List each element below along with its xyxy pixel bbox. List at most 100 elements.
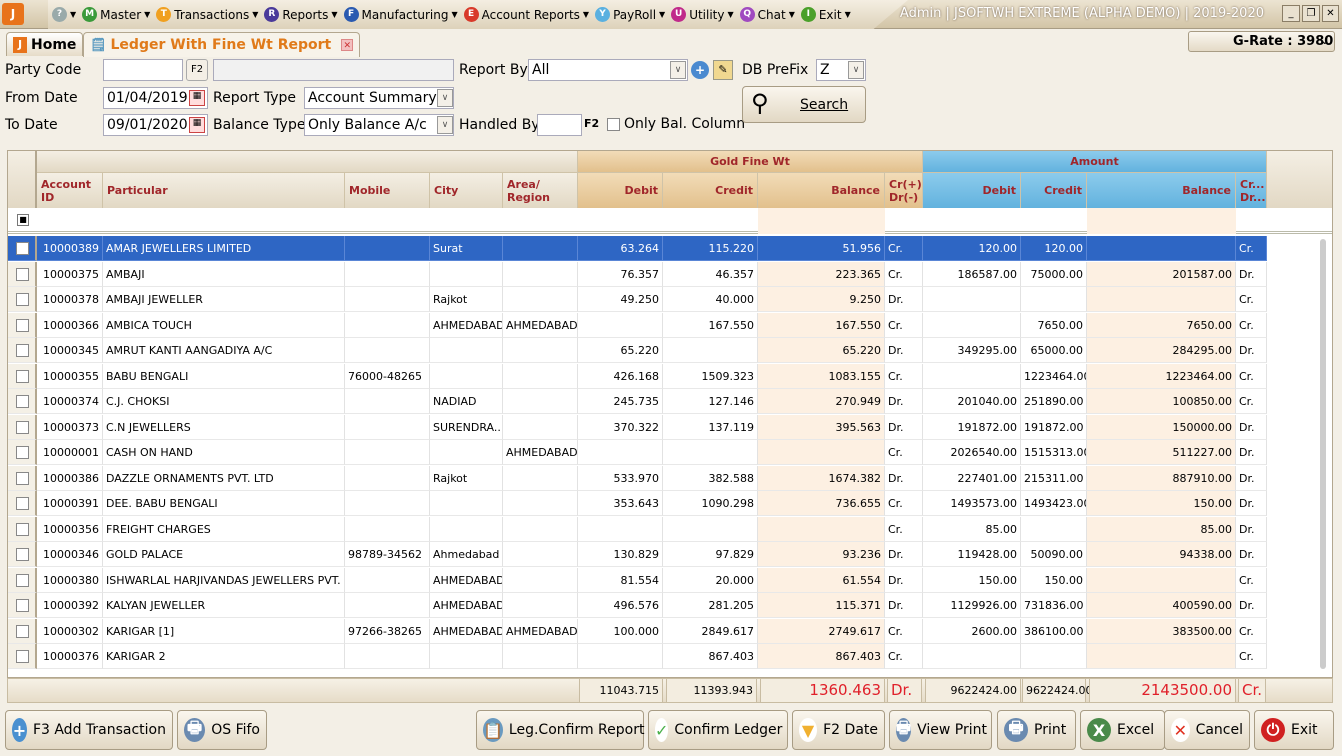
report-type-select[interactable]: Account Summary: [304, 87, 454, 109]
row-selector[interactable]: [8, 338, 37, 363]
table-row[interactable]: 10000375 AMBAJI 76.357 46.357 223.365 Cr. 1865…: [8, 261, 1268, 287]
restore-button[interactable]: ❐: [1302, 5, 1320, 22]
row-selector[interactable]: [8, 618, 37, 644]
chevron-down-icon[interactable]: ∨: [437, 116, 453, 134]
cancel-button[interactable]: ✕ Cancel: [1164, 710, 1250, 750]
row-checkbox[interactable]: [16, 242, 29, 255]
menu-chat[interactable]: Q Chat ▼: [739, 7, 795, 22]
row-selector[interactable]: [8, 567, 37, 593]
view-print-button[interactable]: 🖶 View Print: [889, 710, 992, 750]
column-header[interactable]: Debit: [578, 172, 663, 208]
row-checkbox[interactable]: [16, 344, 29, 357]
row-checkbox[interactable]: [16, 548, 29, 561]
close-tab-icon[interactable]: ✕: [341, 39, 354, 51]
party-code-input[interactable]: [103, 59, 183, 81]
row-selector[interactable]: [8, 516, 37, 542]
report-by-select[interactable]: All: [528, 59, 688, 81]
calendar-icon[interactable]: ▦: [189, 90, 205, 106]
column-header[interactable]: Credit: [663, 172, 758, 208]
row-selector[interactable]: [8, 593, 37, 618]
menu-master[interactable]: M Master ▼: [82, 7, 150, 22]
vertical-scrollbar[interactable]: [1320, 239, 1326, 669]
os-fifo-button[interactable]: 🖶 OS Fifo: [177, 710, 267, 750]
row-checkbox[interactable]: [16, 497, 29, 510]
table-row[interactable]: 10000374 C.J. CHOKSI NADIAD 245.735 127.146 2…: [8, 389, 1268, 414]
search-button[interactable]: ⚲ Search: [742, 86, 866, 123]
menu-payroll[interactable]: Y PayRoll ▼: [595, 7, 665, 22]
table-row[interactable]: 10000380 ISHWARLAL HARJIVANDAS JEWELLERS …: [8, 567, 1268, 593]
table-row[interactable]: 10000346 GOLD PALACE 98789-34562 Ahmedabad 1…: [8, 542, 1268, 567]
row-checkbox[interactable]: [16, 573, 29, 587]
menu-exit[interactable]: I Exit ▼: [800, 7, 851, 22]
row-selector[interactable]: [8, 542, 37, 567]
excel-button[interactable]: X Excel: [1080, 710, 1165, 750]
column-header[interactable]: Cr... Dr...: [1236, 172, 1267, 208]
row-checkbox[interactable]: [16, 267, 29, 281]
row-selector[interactable]: [8, 465, 37, 491]
menu-help[interactable]: ? ▼: [52, 7, 76, 22]
column-header[interactable]: Balance: [758, 172, 885, 208]
row-checkbox[interactable]: [16, 369, 29, 383]
minimize-button[interactable]: _: [1282, 5, 1300, 22]
close-button[interactable]: ✕: [1322, 5, 1339, 22]
row-selector[interactable]: [8, 491, 37, 516]
row-checkbox[interactable]: [16, 522, 29, 536]
add-icon[interactable]: +: [691, 61, 709, 79]
table-row[interactable]: 10000345 AMRUT KANTI AANGADIYA A/C 65.220 6…: [8, 338, 1268, 363]
row-selector[interactable]: [8, 312, 37, 338]
column-header[interactable]: Balance: [1087, 172, 1236, 208]
only-bal-checkbox[interactable]: [607, 118, 620, 131]
select-all-checkbox[interactable]: ■: [17, 214, 29, 226]
confirm-ledger-button[interactable]: ✓ Confirm Ledger: [648, 710, 788, 750]
row-selector[interactable]: [8, 644, 37, 669]
column-header[interactable]: Area/ Region: [503, 172, 578, 208]
table-row[interactable]: 10000355 BABU BENGALI 76000-48265 426.168 15…: [8, 363, 1268, 389]
print-button[interactable]: 🖶 Print: [997, 710, 1076, 750]
table-row[interactable]: 10000373 C.N JEWELLERS SURENDRA... 370.322 1…: [8, 414, 1268, 440]
row-checkbox[interactable]: [16, 293, 29, 306]
table-row[interactable]: 10000392 KALYAN JEWELLER AHMEDABAD 496.576 2…: [8, 593, 1268, 618]
chevron-down-icon[interactable]: ∨: [437, 89, 453, 107]
tab-home[interactable]: J Home: [6, 32, 84, 56]
table-row[interactable]: 10000302 KARIGAR [1] 97266-38265 AHMEDABAD A…: [8, 618, 1268, 644]
chevron-down-icon[interactable]: ∨: [670, 61, 686, 79]
menu-manufacturing[interactable]: F Manufacturing ▼: [343, 7, 458, 22]
table-row[interactable]: 10000386 DAZZLE ORNAMENTS PVT. LTD Rajkot 5…: [8, 465, 1268, 491]
calendar-icon[interactable]: ▦: [189, 117, 205, 133]
table-row[interactable]: 10000376 KARIGAR 2 867.403 867.403 Cr. Cr.: [8, 644, 1268, 669]
party-f2-button[interactable]: F2: [186, 59, 208, 81]
leg-confirm-report-button[interactable]: 📋 Leg.Confirm Report: [476, 710, 644, 750]
chevron-down-icon[interactable]: ∨: [848, 61, 864, 79]
column-header[interactable]: Credit: [1021, 172, 1087, 208]
column-header[interactable]: Mobile: [345, 172, 430, 208]
row-selector[interactable]: [8, 414, 37, 440]
f2-date-button[interactable]: ▼ F2 Date: [792, 710, 885, 750]
row-checkbox[interactable]: [16, 446, 29, 459]
column-header[interactable]: Account ID: [37, 172, 103, 208]
row-checkbox[interactable]: [16, 318, 29, 332]
table-row[interactable]: 10000391 DEE. BABU BENGALI 353.643 1090.298…: [8, 491, 1268, 516]
row-selector[interactable]: [8, 236, 37, 261]
column-header[interactable]: Particular: [103, 172, 345, 208]
handled-by-f2-button[interactable]: F2: [584, 117, 599, 130]
menu-transactions[interactable]: T Transactions ▼: [156, 7, 258, 22]
tab-ledger-report[interactable]: 🗒 Ledger With Fine Wt Report ✕: [83, 32, 361, 57]
edit-icon[interactable]: ✎: [713, 60, 733, 80]
row-selector[interactable]: [8, 389, 37, 414]
table-row[interactable]: 10000366 AMBICA TOUCH AHMEDABAD AHMEDABAD 16…: [8, 312, 1268, 338]
column-header[interactable]: Debit: [923, 172, 1021, 208]
menu-account-reports[interactable]: E Account Reports ▼: [463, 7, 589, 22]
balance-type-select[interactable]: Only Balance A/c: [304, 114, 454, 136]
handled-by-input[interactable]: [537, 114, 582, 136]
column-header[interactable]: Cr(+) Dr(-): [885, 172, 923, 208]
table-row[interactable]: 10000378 AMBAJI JEWELLER Rajkot 49.250 40.00…: [8, 287, 1268, 312]
menu-reports[interactable]: R Reports ▼: [264, 7, 338, 22]
row-selector[interactable]: [8, 287, 37, 312]
exit-button[interactable]: ⏻ Exit: [1254, 710, 1334, 750]
column-header[interactable]: City: [430, 172, 503, 208]
row-checkbox[interactable]: [16, 624, 29, 638]
f3-add-transaction-button[interactable]: + F3 Add Transaction: [5, 710, 173, 750]
row-selector[interactable]: [8, 363, 37, 389]
table-row[interactable]: 10000001 CASH ON HAND AHMEDABAD Cr. 2026540.…: [8, 440, 1268, 465]
table-row[interactable]: 10000356 FREIGHT CHARGES Cr. 85.00 85.00 Dr.: [8, 516, 1268, 542]
